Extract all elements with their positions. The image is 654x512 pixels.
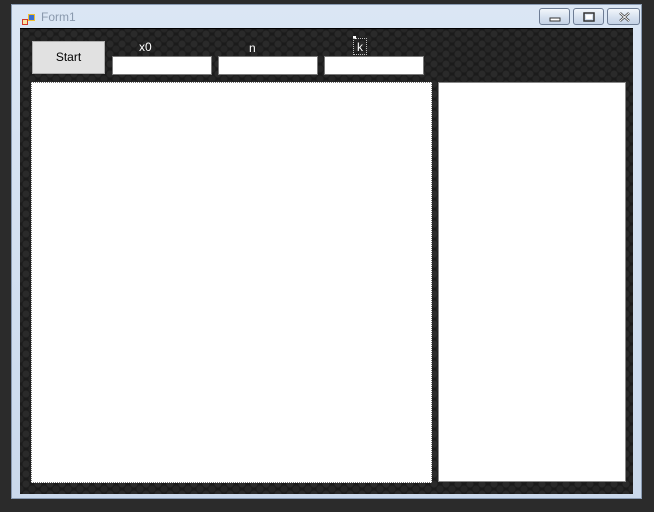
start-button[interactable]: Start bbox=[32, 41, 105, 74]
x0-input[interactable] bbox=[112, 56, 212, 75]
title-bar[interactable]: Form1 bbox=[12, 5, 641, 29]
close-button[interactable] bbox=[607, 8, 640, 25]
k-input[interactable] bbox=[324, 56, 424, 75]
plot-panel[interactable] bbox=[31, 82, 432, 483]
window-title: Form1 bbox=[41, 10, 76, 24]
main-window: Form1 Start x0 n k bbox=[11, 4, 642, 499]
restore-button[interactable] bbox=[573, 8, 604, 25]
output-list[interactable] bbox=[438, 82, 626, 482]
minimize-icon bbox=[549, 17, 561, 22]
restore-icon bbox=[583, 12, 595, 22]
n-input[interactable] bbox=[218, 56, 318, 75]
minimize-button[interactable] bbox=[539, 8, 570, 25]
k-label: k bbox=[353, 38, 367, 55]
n-label: n bbox=[249, 41, 256, 55]
x0-label: x0 bbox=[139, 40, 152, 54]
app-icon[interactable] bbox=[22, 11, 35, 25]
close-icon bbox=[619, 12, 630, 22]
form-client-area: Start x0 n k bbox=[20, 28, 633, 494]
